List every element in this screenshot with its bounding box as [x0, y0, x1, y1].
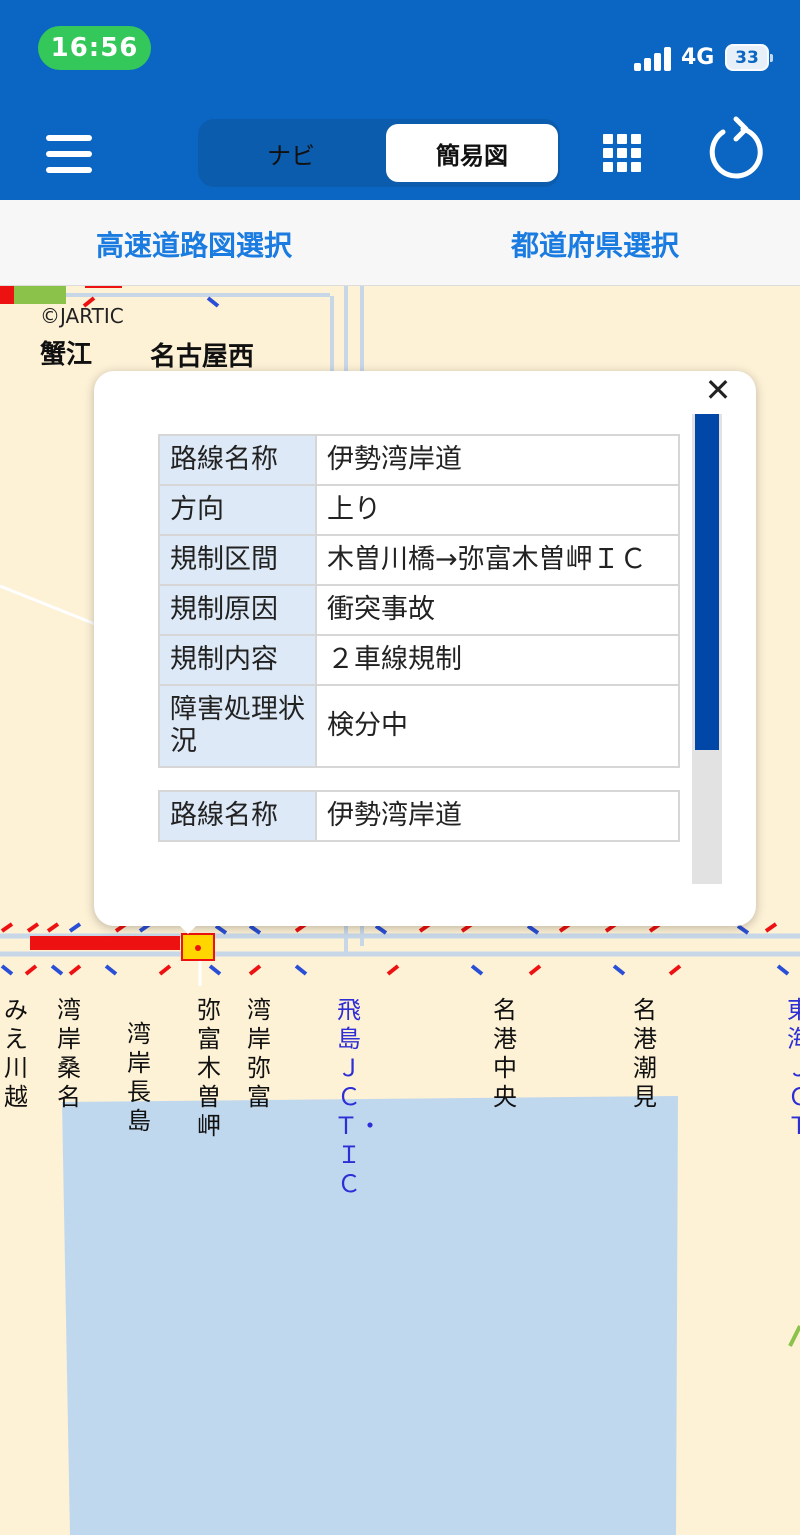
incident-table: 路線名称 伊勢湾岸道 方向 上り 規制区間 木曽川橋→弥富木曽岬ＩＣ 規制原因 衝突事故… — [158, 434, 680, 768]
congestion-segment — [0, 286, 14, 304]
app-header: 16:56 4G 33 ナビ 簡易図 — [0, 0, 800, 200]
copyright-label: ©JARTIC — [40, 304, 124, 328]
scroll-thumb[interactable] — [695, 414, 719, 750]
field-value: 木曽川橋→弥富木曽岬ＩＣ — [315, 534, 680, 586]
battery-icon: 33 — [725, 44, 773, 71]
ic-label-meiko-shiomi[interactable]: 名港潮見 — [630, 996, 660, 1112]
field-key: 規制区間 — [158, 534, 317, 586]
table-row: 路線名称 伊勢湾岸道 — [158, 434, 680, 486]
field-value: 伊勢湾岸道 — [315, 434, 680, 486]
popup-scrollbar[interactable] — [692, 414, 722, 884]
incident-list[interactable]: 路線名称 伊勢湾岸道 方向 上り 規制区間 木曽川橋→弥富木曽岬ＩＣ 規制原因 衝突事故… — [158, 434, 682, 883]
ic-label-wangan-yatomi[interactable]: 湾岸弥富 — [244, 996, 274, 1112]
network-type: 4G — [681, 45, 715, 70]
bay-water — [62, 1096, 678, 1535]
ic-label-yatomi-kisosaki[interactable]: 弥富木曽岬 — [194, 996, 224, 1141]
battery-level: 33 — [735, 47, 759, 68]
jct-label-tokai[interactable]: 東海ＪＣＴ — [784, 996, 800, 1141]
map-selector-bar: 高速道路図選択 都道府県選択 — [0, 200, 800, 286]
field-value: 検分中 — [315, 684, 680, 768]
table-row: 規制内容 ２車線規制 — [158, 634, 680, 686]
jct-label-tobishima[interactable]: 飛島ＪＣＴ・ＩＣ — [334, 996, 382, 1199]
table-row: 方向 上り — [158, 484, 680, 536]
close-icon[interactable]: ✕ — [703, 374, 733, 406]
field-value: ２車線規制 — [315, 634, 680, 686]
popup-pointer — [174, 920, 202, 934]
field-key: 規制内容 — [158, 634, 317, 686]
ic-label-meiko-chuo[interactable]: 名港中央 — [490, 996, 520, 1112]
flow-segment — [14, 286, 66, 304]
ic-label-wangan-kuwana[interactable]: 湾岸桑名 — [54, 996, 84, 1112]
field-value: 伊勢湾岸道 — [315, 790, 680, 842]
view-mode-toggle: ナビ 簡易図 — [198, 119, 560, 187]
land-road-line — [0, 584, 101, 628]
field-key: 路線名称 — [158, 790, 317, 842]
field-value: 衝突事故 — [315, 584, 680, 636]
field-key: 障害処理状況 — [158, 684, 317, 768]
signal-strength-icon — [634, 47, 674, 71]
table-row: 規制原因 衝突事故 — [158, 584, 680, 636]
prefecture-select-link[interactable]: 都道府県選択 — [511, 224, 679, 264]
hamburger-menu-icon[interactable] — [46, 135, 92, 173]
tab-navi[interactable]: ナビ — [198, 119, 384, 187]
field-key: 路線名称 — [158, 434, 317, 486]
table-row: 路線名称 伊勢湾岸道 — [158, 790, 680, 842]
tab-simple-map[interactable]: 簡易図 — [386, 124, 558, 182]
map-label-nagoya-nishi: 名古屋西 — [150, 342, 255, 372]
table-row: 障害処理状況 検分中 — [158, 684, 680, 768]
table-row: 規制区間 木曽川橋→弥富木曽岬ＩＣ — [158, 534, 680, 586]
field-key: 方向 — [158, 484, 317, 536]
highway-map-select-link[interactable]: 高速道路図選択 — [96, 224, 292, 264]
field-key: 規制原因 — [158, 584, 317, 636]
status-time: 16:56 — [38, 26, 151, 70]
congestion-segment — [30, 936, 180, 950]
incident-table: 路線名称 伊勢湾岸道 — [158, 790, 680, 842]
ic-label-mie-kawagoe[interactable]: みえ川越 — [1, 996, 31, 1112]
ic-label-wangan-nagashima[interactable]: 湾岸長島 — [124, 1020, 154, 1136]
green-road — [788, 1325, 800, 1347]
field-value: 上り — [315, 484, 680, 536]
map-label-kanie: 蟹江 — [40, 340, 93, 370]
refresh-icon[interactable] — [706, 115, 766, 181]
incident-dot — [195, 945, 201, 951]
grid-icon[interactable] — [603, 134, 641, 172]
